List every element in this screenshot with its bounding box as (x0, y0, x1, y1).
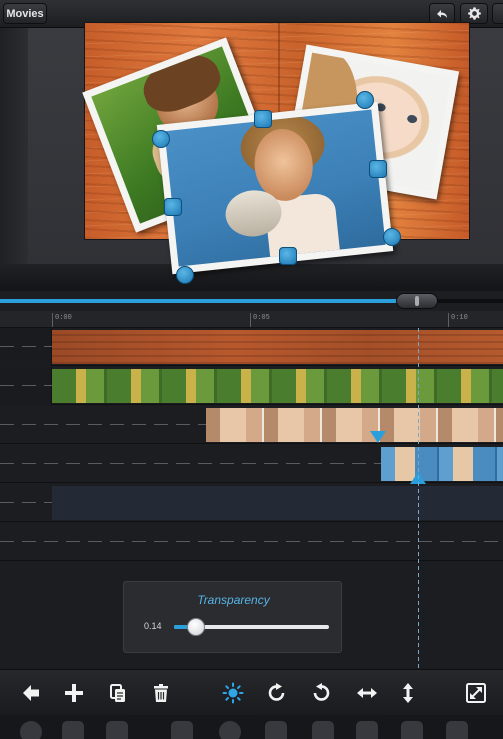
undo-icon (437, 9, 447, 18)
fullscreen-icon (466, 683, 486, 703)
secondary-tool-icon[interactable] (20, 721, 42, 739)
flip-horizontal-icon (357, 688, 377, 698)
timeline-track (0, 484, 503, 522)
undo-button[interactable] (429, 3, 455, 24)
photo-image (164, 109, 386, 267)
scrubber-progress (0, 299, 411, 303)
trash-icon (154, 684, 168, 702)
secondary-tool-icon[interactable] (171, 721, 193, 739)
ruler-label: 0:05 (253, 314, 270, 322)
rotate-right-icon (268, 683, 285, 701)
playback-scrubber[interactable] (0, 291, 503, 311)
timeline-track (0, 367, 503, 405)
clip-wood-background[interactable] (52, 330, 503, 364)
photo-child-with-shell[interactable] (156, 101, 394, 275)
settings-button[interactable] (460, 3, 488, 24)
ruler-label: 0:00 (55, 314, 72, 322)
clip-photo-child-with-toy[interactable] (52, 369, 503, 403)
selection-handle[interactable] (383, 228, 401, 246)
timeline-track (0, 406, 503, 444)
keyframe-marker[interactable] (370, 431, 386, 443)
clip-photo-child-portrait[interactable] (206, 408, 503, 442)
rotate-left-icon (313, 683, 330, 701)
rotate-right-button[interactable] (263, 679, 291, 707)
timeline-track (0, 523, 503, 561)
timeline-track (0, 328, 503, 366)
selection-handle[interactable] (279, 247, 297, 265)
selection-handle[interactable] (369, 160, 387, 178)
add-button[interactable] (60, 679, 88, 707)
gear-icon (467, 7, 481, 20)
add-icon (65, 684, 83, 702)
secondary-tool-icon[interactable] (265, 721, 287, 739)
ruler-tick (250, 313, 251, 327)
timeline-track (0, 445, 503, 484)
clip-empty-overlay[interactable] (52, 486, 503, 520)
ruler-tick (448, 313, 449, 327)
selection-handle[interactable] (176, 266, 194, 284)
selection-handle[interactable] (356, 91, 374, 109)
secondary-tool-icon[interactable] (62, 721, 84, 739)
flip-vertical-button[interactable] (394, 679, 422, 707)
ruler-tick (52, 313, 53, 327)
back-arrow-icon (23, 685, 39, 701)
fullscreen-button[interactable] (462, 679, 490, 707)
photo-detail (406, 114, 418, 124)
selection-handle[interactable] (164, 198, 182, 216)
track-gutter (0, 328, 52, 366)
brightness-icon (222, 682, 244, 704)
delete-button[interactable] (147, 679, 175, 707)
transparency-slider-thumb[interactable] (186, 618, 205, 636)
transparency-panel: Transparency 0.14 (123, 581, 342, 653)
transparency-value: 0.14 (144, 621, 162, 631)
stage-floor (0, 264, 503, 291)
bottom-toolbar (0, 669, 503, 715)
selection-handle[interactable] (254, 110, 272, 128)
track-gutter (0, 367, 52, 405)
secondary-tool-icon[interactable] (401, 721, 423, 739)
playhead[interactable] (418, 328, 419, 669)
scrubber-thumb[interactable] (396, 293, 438, 309)
export-button[interactable] (492, 3, 503, 24)
secondary-tool-icon[interactable] (446, 721, 468, 739)
track-guide (0, 541, 503, 542)
duplicate-button[interactable] (104, 679, 132, 707)
rotate-left-button[interactable] (307, 679, 335, 707)
flip-horizontal-button[interactable] (353, 679, 381, 707)
time-ruler: 0:00 0:05 0:10 (0, 311, 503, 328)
secondary-tool-icon[interactable] (312, 721, 334, 739)
ruler-label: 0:10 (451, 314, 468, 322)
back-button[interactable] (17, 679, 45, 707)
duplicate-icon (110, 684, 125, 702)
secondary-tool-icon[interactable] (219, 721, 241, 739)
secondary-tool-icon[interactable] (106, 721, 128, 739)
secondary-toolbar (0, 715, 503, 739)
brightness-button[interactable] (219, 679, 247, 707)
stage-side-wall (0, 28, 28, 264)
selection-handle[interactable] (152, 130, 170, 148)
transparency-title: Transparency (197, 593, 270, 607)
flip-vertical-icon (403, 683, 413, 703)
secondary-tool-icon[interactable] (356, 721, 378, 739)
movies-button[interactable]: Movies (3, 3, 47, 24)
video-editor-app: Movies 0:00 0:05 0:10 Transparency 0.14 (0, 0, 503, 739)
clip-photo-child-with-shell[interactable] (381, 447, 503, 481)
